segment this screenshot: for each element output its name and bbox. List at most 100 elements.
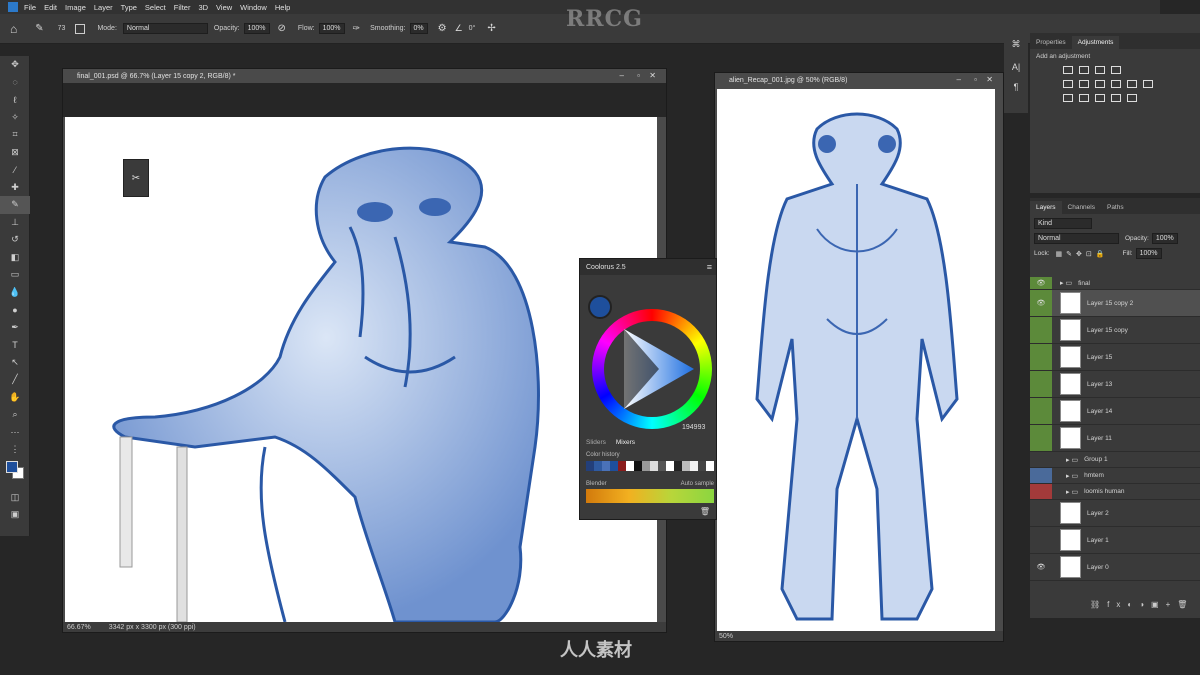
history-swatch[interactable] (706, 461, 714, 471)
layer-row[interactable]: Layer 15 copy (1030, 317, 1200, 344)
layer-footer-icons[interactable]: ⛓fx◐◑▣+🗑 (1090, 600, 1194, 609)
layer-group-row[interactable]: ▸ ▭ loomis human (1030, 484, 1200, 500)
visibility-eye-icon[interactable] (1030, 452, 1052, 467)
history-swatch[interactable] (594, 461, 602, 471)
zoom-tool-icon[interactable]: ⌕ (0, 406, 30, 424)
curves-icon[interactable] (1095, 66, 1105, 74)
artwork-canvas-final[interactable]: ✂ (65, 117, 657, 622)
menu-select[interactable]: Select (145, 3, 166, 12)
levels-icon[interactable] (1079, 66, 1089, 74)
pen-tool-icon[interactable]: ✒ (0, 319, 30, 337)
document-tab[interactable]: final_001.psd @ 66.7% (Layer 15 copy 2, … (63, 69, 666, 83)
hue-saturation-icon[interactable] (1079, 80, 1089, 88)
lock-icons[interactable]: ▦✎✥⊡🔒 (1056, 250, 1109, 258)
history-swatch[interactable] (650, 461, 658, 471)
minimize-icon[interactable]: – (620, 71, 624, 80)
crop-tool-icon[interactable]: ⌗ (0, 126, 30, 144)
layer-row[interactable]: Layer 15 (1030, 344, 1200, 371)
eraser-tool-icon[interactable]: ◧ (0, 249, 30, 267)
tab-properties[interactable]: Properties (1030, 36, 1072, 49)
visibility-eye-icon[interactable] (1030, 468, 1052, 483)
photo-filter-icon[interactable] (1127, 80, 1137, 88)
visibility-eye-icon[interactable]: 👁 (1030, 290, 1052, 316)
trash-icon[interactable]: 🗑 (700, 507, 710, 516)
panel-menu-icon[interactable]: ≡ (707, 262, 712, 272)
menu-image[interactable]: Image (65, 3, 86, 12)
dodge-tool-icon[interactable]: ● (0, 301, 30, 319)
channel-mixer-icon[interactable] (1143, 80, 1153, 88)
history-swatch[interactable] (586, 461, 594, 471)
history-swatch[interactable] (666, 461, 674, 471)
layer-row[interactable]: Layer 2 (1030, 500, 1200, 527)
history-swatch[interactable] (658, 461, 666, 471)
history-brush-tool-icon[interactable]: ↺ (0, 231, 30, 249)
marquee-tool-icon[interactable]: ◌ (0, 74, 30, 92)
close-icon[interactable]: ✕ (649, 71, 656, 80)
blender-gradient[interactable] (586, 489, 714, 503)
character-panel-icon[interactable]: A| (1004, 62, 1028, 72)
layer-row[interactable]: 👁 Layer 15 copy 2 (1030, 290, 1200, 317)
menu-edit[interactable]: Edit (44, 3, 57, 12)
posterize-icon[interactable] (1079, 94, 1089, 102)
airbrush-icon[interactable]: ✑ (353, 23, 361, 34)
layer-row[interactable]: Layer 1 (1030, 527, 1200, 554)
visibility-eye-icon[interactable] (1030, 527, 1052, 553)
layer-row[interactable]: Layer 11 (1030, 425, 1200, 452)
menu-view[interactable]: View (216, 3, 232, 12)
selective-color-icon[interactable] (1127, 94, 1137, 102)
current-color-swatch[interactable] (588, 295, 612, 319)
move-tool-icon[interactable]: ✥ (0, 56, 30, 74)
threshold-icon[interactable] (1095, 94, 1105, 102)
more-tools-icon[interactable]: ⋯ (0, 424, 30, 442)
history-swatch[interactable] (602, 461, 610, 471)
history-swatch[interactable] (626, 461, 634, 471)
visibility-eye-icon[interactable]: 👁 (1030, 277, 1052, 289)
history-swatch[interactable] (682, 461, 690, 471)
layer-group-row[interactable]: ▸ ▭ Group 1 (1030, 452, 1200, 468)
gradient-map-icon[interactable] (1111, 94, 1121, 102)
gradient-tool-icon[interactable]: ▭ (0, 266, 30, 284)
brush-size[interactable]: 73 (58, 25, 66, 32)
paragraph-panel-icon[interactable]: ¶ (1004, 82, 1028, 92)
visibility-eye-icon[interactable] (1030, 344, 1052, 370)
menu-3d[interactable]: 3D (198, 3, 208, 12)
maximize-icon[interactable]: ▫ (974, 75, 977, 84)
brush-panel-icon[interactable] (75, 23, 86, 34)
maximize-icon[interactable]: ▫ (637, 71, 640, 80)
visibility-eye-icon[interactable] (1030, 500, 1052, 526)
history-swatch[interactable] (634, 461, 642, 471)
settings-gear-icon[interactable]: ⚙ (438, 23, 447, 34)
tab-layers[interactable]: Layers (1030, 201, 1062, 214)
brightness-icon[interactable] (1063, 66, 1073, 74)
visibility-eye-icon[interactable] (1030, 371, 1052, 397)
color-triangle[interactable] (604, 321, 700, 417)
visibility-eye-icon[interactable]: 👁 (1030, 554, 1052, 580)
zoom-level[interactable]: 66.67% (67, 624, 91, 631)
smoothing-input[interactable]: 0% (409, 23, 428, 34)
menu-filter[interactable]: Filter (174, 3, 191, 12)
ps-logo-icon[interactable] (8, 2, 18, 12)
tab-mixers[interactable]: Mixers (616, 439, 635, 446)
document-tab[interactable]: alien_Recap_001.jpg @ 50% (RGB/8) – ▫ ✕ (715, 73, 1003, 87)
history-swatch[interactable] (618, 461, 626, 471)
opacity-input[interactable]: 100% (243, 23, 270, 34)
lasso-tool-icon[interactable]: ℓ (0, 91, 30, 109)
auto-sample-toggle[interactable]: Auto sample (681, 481, 714, 487)
layer-row[interactable]: Layer 14 (1030, 398, 1200, 425)
visibility-eye-icon[interactable] (1030, 425, 1052, 451)
hand-tool-icon[interactable]: ✋ (0, 389, 30, 407)
layer-row[interactable]: 👁 Layer 0 (1030, 554, 1200, 581)
visibility-eye-icon[interactable] (1030, 484, 1052, 499)
home-icon[interactable]: ⌂ (10, 22, 17, 36)
tab-paths[interactable]: Paths (1101, 201, 1130, 214)
edit-toolbar-icon[interactable]: ⋮ (0, 441, 30, 459)
tab-adjustments[interactable]: Adjustments (1071, 36, 1120, 49)
healing-brush-tool-icon[interactable]: ✚ (0, 179, 30, 197)
exposure-icon[interactable] (1111, 66, 1121, 74)
history-panel-icon[interactable]: ⌘ (1004, 39, 1028, 50)
history-swatch[interactable] (690, 461, 698, 471)
layer-row[interactable]: Layer 13 (1030, 371, 1200, 398)
screen-mode-icon[interactable]: ▣ (0, 506, 30, 524)
type-tool-icon[interactable]: T (0, 336, 30, 354)
blend-mode-select[interactable]: Normal (1034, 233, 1119, 244)
